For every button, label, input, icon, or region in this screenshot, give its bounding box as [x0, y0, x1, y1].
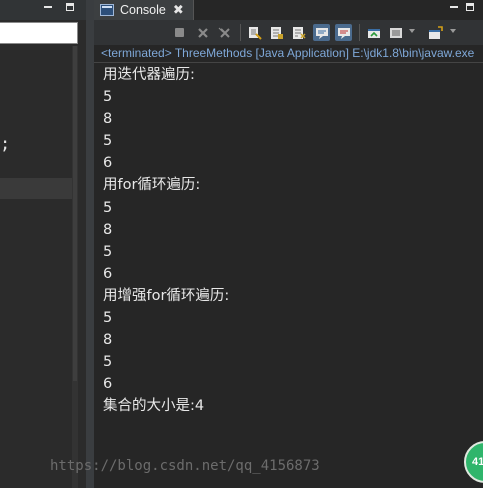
pane-divider[interactable] [86, 0, 94, 488]
maximize-icon[interactable] [66, 3, 74, 11]
console-output-line: 6 [103, 376, 113, 393]
show-stderr-icon[interactable] [335, 24, 352, 41]
watermark: https://blog.csdn.net/qq_4156873 [50, 458, 320, 474]
badge-count: 41 [472, 456, 483, 468]
chevron-down-icon[interactable] [450, 29, 456, 33]
chevron-down-icon[interactable] [409, 29, 415, 33]
console-status-line: <terminated> ThreeMethods [Java Applicat… [101, 46, 475, 60]
minimize-icon[interactable] [44, 6, 52, 8]
console-output-line: 6 [103, 155, 113, 172]
scroll-lock-icon[interactable] [268, 24, 285, 41]
console-output-line: 8 [103, 332, 113, 349]
remove-all-terminated-icon[interactable] [216, 24, 233, 41]
terminate-icon[interactable] [171, 24, 188, 41]
console-output-line: 5 [103, 354, 113, 371]
console-toolbar [94, 20, 483, 45]
console-tab-label: Console [120, 3, 166, 17]
close-icon[interactable]: ✖ [173, 3, 184, 18]
console-output-line: 5 [103, 243, 113, 260]
open-console-icon[interactable] [427, 24, 444, 41]
maximize-icon[interactable] [466, 3, 474, 11]
console-output-line: 8 [103, 111, 113, 128]
editor-pane: ; [0, 0, 86, 488]
console-output-line: 5 [103, 133, 113, 150]
console-output-line: 集合的大小是:4 [103, 398, 205, 415]
clear-console-icon[interactable] [246, 24, 263, 41]
tab-console[interactable]: Console ✖ [94, 0, 194, 20]
console-output-line: 用迭代器遍历: [103, 67, 195, 83]
divider [94, 62, 483, 63]
console-output[interactable]: 用迭代器遍历: 5 8 5 6 用for循环遍历: 5 8 5 6 用增强for循环遍历: 5 8 5 6 集… [103, 64, 481, 418]
console-output-line: 5 [103, 310, 113, 327]
display-selected-console-icon[interactable] [387, 24, 404, 41]
editor-search-field[interactable] [0, 22, 78, 44]
pin-console-icon[interactable] [365, 24, 382, 41]
console-icon [100, 4, 114, 16]
remove-launch-icon[interactable] [194, 24, 211, 41]
editor-tab-bar [0, 0, 86, 20]
minimize-icon[interactable] [450, 6, 458, 8]
word-wrap-icon[interactable] [290, 24, 307, 41]
editor-current-line-highlight [0, 178, 72, 199]
console-view: Console ✖ <terminated> ThreeMethods [Jav… [94, 0, 483, 488]
console-output-line: 5 [103, 89, 113, 106]
show-stdout-icon[interactable] [313, 24, 330, 41]
console-output-line: 6 [103, 265, 113, 282]
console-output-line: 用增强for循环遍历: [103, 287, 230, 304]
console-output-line: 8 [103, 221, 113, 238]
editor-scrollbar-thumb[interactable] [73, 46, 77, 381]
editor-code-fragment: ; [0, 134, 11, 154]
console-output-line: 用for循环遍历: [103, 177, 201, 194]
console-output-line: 5 [103, 199, 113, 216]
